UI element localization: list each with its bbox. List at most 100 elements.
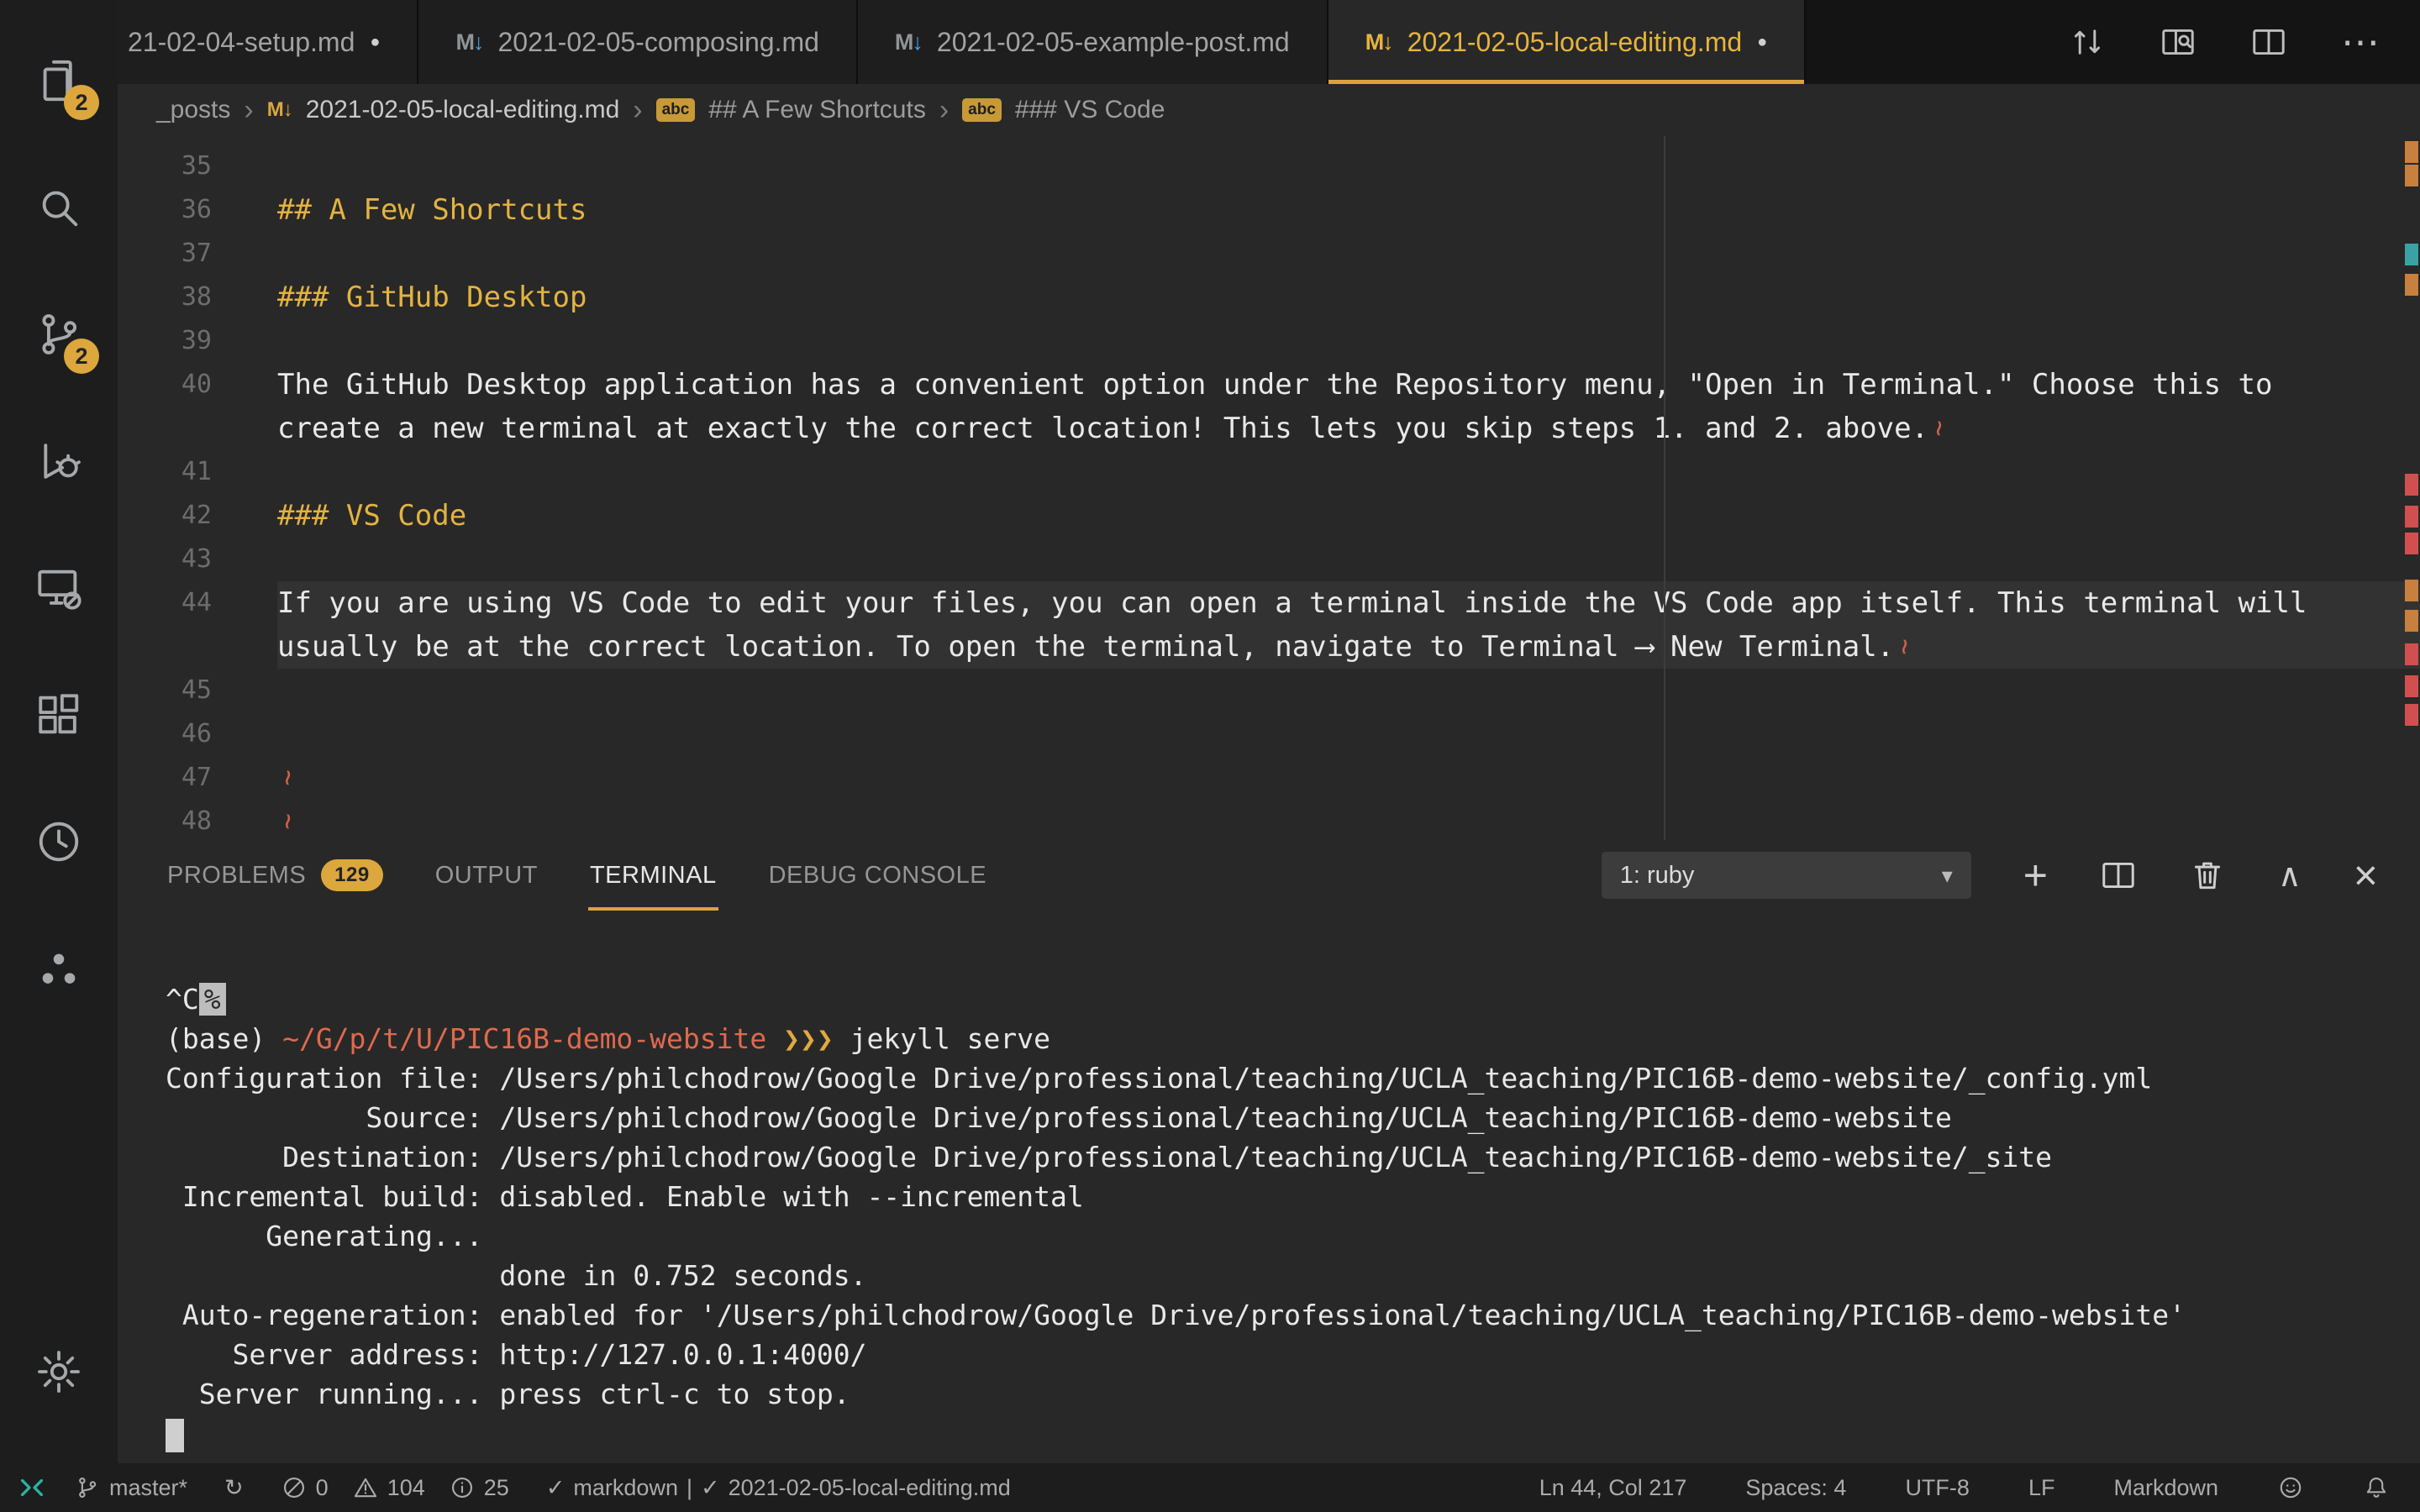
error-icon (281, 1474, 308, 1501)
language-mode-status[interactable]: Markdown (2113, 1475, 2218, 1501)
terminal-shell-select[interactable]: 1: ruby ▾ (1602, 852, 1971, 899)
accounts-icon[interactable] (0, 905, 118, 1032)
run-debug-icon[interactable] (0, 397, 118, 524)
line-text: usually be at the correct location. To o… (277, 625, 1894, 669)
indentation-status[interactable]: Spaces: 4 (1745, 1475, 1846, 1501)
git-branch-status[interactable]: master* (74, 1474, 187, 1501)
explorer-badge: 2 (64, 85, 99, 120)
overview-ruler-mark (2405, 141, 2418, 163)
line-number: 35 (118, 144, 277, 188)
breadcrumb-folder[interactable]: _posts (156, 96, 230, 124)
overview-ruler-mark (2405, 533, 2418, 554)
warning-count: 104 (387, 1475, 425, 1501)
breadcrumb-file[interactable]: 2021-02-05-local-editing.md (306, 96, 620, 124)
panel-tab-problems[interactable]: PROBLEMS 129 (166, 840, 385, 911)
open-preview-icon[interactable] (2160, 24, 2196, 60)
overview-ruler-mark (2405, 506, 2418, 528)
split-editor-icon[interactable] (2250, 24, 2287, 60)
notifications-bell-icon[interactable] (2363, 1474, 2390, 1501)
editor-line[interactable]: 41 (118, 450, 2420, 494)
close-panel-icon[interactable]: × (2354, 854, 2378, 896)
tab-label: 2021-02-05-composing.md (497, 27, 818, 58)
shell-select-value: 1: ruby (1620, 862, 1695, 890)
editor-line[interactable]: 35 (118, 144, 2420, 188)
explorer-icon[interactable]: 2 (0, 17, 118, 144)
overview-ruler[interactable] (2402, 136, 2420, 840)
settings-gear-icon[interactable] (0, 1308, 118, 1435)
editor-line[interactable]: 47~ (118, 756, 2420, 800)
terminal-cursor (166, 1419, 184, 1452)
sync-changes-icon[interactable]: ↻ (224, 1475, 244, 1501)
kill-terminal-trash-icon[interactable] (2189, 857, 2226, 894)
overview-ruler-mark (2405, 580, 2418, 601)
open-changes-icon[interactable] (2069, 24, 2106, 60)
line-number: 45 (118, 669, 277, 712)
tab-label: 2021-02-05-local-editing.md (1407, 27, 1742, 58)
breadcrumb: _posts › M↓ 2021-02-05-local-editing.md … (118, 84, 2420, 136)
modified-dot-icon: ● (370, 33, 380, 52)
line-number: 47 (118, 756, 277, 800)
problems-status[interactable]: 0 104 25 (281, 1474, 509, 1501)
editor-actions: ⋯ (2030, 0, 2420, 84)
panel-tab-debug-console[interactable]: DEBUG CONSOLE (767, 840, 989, 911)
remote-indicator-icon[interactable] (0, 1473, 64, 1503)
modified-dot-icon: ● (1757, 33, 1767, 52)
breadcrumb-subsection[interactable]: ### VS Code (1015, 96, 1165, 124)
panel-tab-terminal[interactable]: TERMINAL (588, 840, 718, 911)
encoding-status[interactable]: UTF-8 (1905, 1475, 1970, 1501)
line-number: 46 (118, 712, 277, 756)
prompt-chevrons-icon: ❯❯❯ (766, 1022, 833, 1055)
remote-explorer-icon[interactable] (0, 524, 118, 651)
maximize-panel-icon[interactable]: ∧ (2278, 857, 2302, 895)
editor[interactable]: 35 36## A Few Shortcuts 37 38### GitHub … (118, 136, 2420, 840)
tab-2021-02-05-local-editing[interactable]: M↓ 2021-02-05-local-editing.md ● (1328, 0, 1807, 84)
panel-tab-label: PROBLEMS (167, 862, 306, 890)
tab-2021-02-04-setup[interactable]: 21-02-04-setup.md ● (118, 0, 418, 84)
editor-line[interactable]: create a new terminal at exactly the cor… (118, 407, 2420, 450)
search-icon[interactable] (0, 144, 118, 270)
editor-line[interactable]: 42### VS Code (118, 494, 2420, 538)
editor-line[interactable]: 40The GitHub Desktop application has a c… (118, 363, 2420, 407)
editor-line[interactable]: 48~ (118, 800, 2420, 840)
cursor-position-status[interactable]: Ln 44, Col 217 (1539, 1475, 1687, 1501)
editor-line[interactable]: 46 (118, 712, 2420, 756)
extensions-icon[interactable] (0, 651, 118, 778)
eol-status[interactable]: LF (2028, 1475, 2055, 1501)
chevron-down-icon: ▾ (1942, 863, 1953, 889)
chevron-right-icon: › (633, 94, 642, 127)
editor-line-current[interactable]: 44If you are using VS Code to edit your … (118, 581, 2420, 625)
terminal-line: Auto-regeneration: enabled for '/Users/p… (166, 1295, 2420, 1335)
status-bar: master* ↻ 0 104 25 ✓ markdown | ✓ 2021-0… (0, 1463, 2420, 1512)
feedback-icon[interactable] (2277, 1474, 2304, 1501)
source-control-icon[interactable]: 2 (0, 270, 118, 397)
timeline-clock-icon[interactable] (0, 778, 118, 905)
editor-line[interactable]: 36## A Few Shortcuts (118, 188, 2420, 232)
status-divider: | (687, 1475, 692, 1501)
tab-2021-02-05-example-post[interactable]: M↓ 2021-02-05-example-post.md (858, 0, 1328, 84)
markdownlint-status[interactable]: ✓ markdown | ✓ 2021-02-05-local-editing.… (546, 1475, 1011, 1501)
more-actions-icon[interactable]: ⋯ (2341, 23, 2381, 61)
editor-line[interactable]: 39 (118, 319, 2420, 363)
breadcrumb-section[interactable]: ## A Few Shortcuts (708, 96, 925, 124)
terminal-line: Incremental build: disabled. Enable with… (166, 1177, 2420, 1216)
terminal[interactable]: ^C% (base) ~/G/p/t/U/PIC16B-demo-website… (118, 911, 2420, 1463)
line-number: 36 (118, 188, 277, 232)
vscode-window: 2 2 (0, 0, 2420, 1512)
editor-line-current[interactable]: usually be at the correct location. To o… (118, 625, 2420, 669)
panel-tab-output[interactable]: OUTPUT (434, 840, 539, 911)
editor-line[interactable]: 37 (118, 232, 2420, 276)
terminal-line: Server running... press ctrl-c to stop. (166, 1374, 2420, 1414)
overview-ruler-mark (2405, 643, 2418, 665)
tab-2021-02-05-composing[interactable]: M↓ 2021-02-05-composing.md (418, 0, 857, 84)
terminal-line: Generating... (166, 1216, 2420, 1256)
markdown-icon: M↓ (895, 29, 922, 55)
editor-line[interactable]: 38### GitHub Desktop (118, 276, 2420, 319)
new-terminal-icon[interactable]: + (2023, 854, 2048, 896)
line-number (118, 407, 277, 450)
editor-line[interactable]: 45 (118, 669, 2420, 712)
info-icon (449, 1474, 476, 1501)
split-terminal-icon[interactable] (2100, 857, 2137, 894)
panel-tab-label: TERMINAL (590, 862, 717, 890)
editor-line[interactable]: 43 (118, 538, 2420, 581)
check-icon: ✓ (701, 1475, 720, 1501)
